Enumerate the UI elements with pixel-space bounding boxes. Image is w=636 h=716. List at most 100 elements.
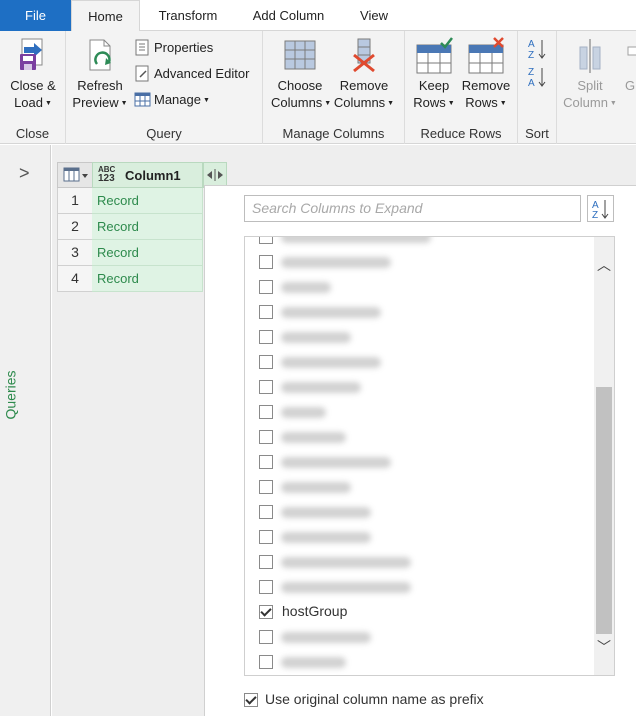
table-icon xyxy=(63,167,88,182)
tab-add-column[interactable]: Add Column xyxy=(240,0,337,31)
column-checklist-item[interactable] xyxy=(245,275,593,300)
sort-ascending-button[interactable]: AZ xyxy=(527,37,550,63)
column-checklist[interactable]: hostGroup ︿ ﹀ xyxy=(244,236,615,676)
column-checklist-item[interactable] xyxy=(245,500,593,525)
column-checklist-item[interactable] xyxy=(245,475,593,500)
reduce-rows-group: Keep Rows ▼ Remove Rows ▼ Reduce Rows xyxy=(405,31,518,144)
use-prefix-checkbox[interactable] xyxy=(244,693,258,707)
column-checkbox[interactable] xyxy=(259,530,273,544)
column-checkbox[interactable] xyxy=(259,237,273,244)
keep-rows-button[interactable]: Keep Rows ▼ xyxy=(410,37,458,112)
column-checklist-item[interactable] xyxy=(245,350,593,375)
chevron-down-icon: ▼ xyxy=(609,100,617,107)
column-checklist-item[interactable] xyxy=(245,250,593,275)
column-checklist-item[interactable] xyxy=(245,375,593,400)
split-column-label-2: Column xyxy=(563,95,608,110)
search-columns-input[interactable]: Search Columns to Expand xyxy=(244,195,581,222)
sort-ascending-icon: AZ xyxy=(528,39,546,61)
column-checklist-item[interactable] xyxy=(245,525,593,550)
close-load-button[interactable]: Close & Load ▼ xyxy=(6,37,60,112)
tab-home[interactable]: Home xyxy=(71,0,140,32)
sort-group-label: Sort xyxy=(525,126,549,141)
scrollbar[interactable]: ︿ ﹀ xyxy=(594,237,614,675)
redacted-column-label xyxy=(281,237,431,243)
column-checkbox[interactable] xyxy=(259,280,273,294)
chevron-down-icon: ▼ xyxy=(387,100,395,107)
scroll-up-icon[interactable]: ︿ xyxy=(596,255,612,275)
chevron-down-icon: ▼ xyxy=(44,100,52,107)
column-checklist-item[interactable] xyxy=(245,625,593,650)
record-link[interactable]: Record xyxy=(92,240,203,266)
choose-columns-label-2: Columns xyxy=(271,95,323,110)
column-checklist-item[interactable] xyxy=(245,325,593,350)
remove-columns-button[interactable]: Remove Columns ▼ xyxy=(333,37,395,112)
refresh-label-2: Preview xyxy=(72,95,119,110)
manage-button[interactable]: Manage ▼ xyxy=(134,89,210,111)
scroll-down-icon[interactable]: ﹀ xyxy=(596,637,612,657)
chevron-right-icon[interactable]: > xyxy=(19,163,30,184)
column-checklist-item[interactable] xyxy=(245,300,593,325)
record-link[interactable]: Record xyxy=(92,266,203,292)
remove-rows-button[interactable]: Remove Rows ▼ xyxy=(461,37,511,112)
column-checklist-item[interactable]: hostGroup xyxy=(245,600,593,625)
column-checkbox[interactable] xyxy=(259,630,273,644)
choose-columns-button[interactable]: Choose Columns ▼ xyxy=(271,37,331,112)
record-link[interactable]: Record xyxy=(92,214,203,240)
close-group: Close & Load ▼ Close xyxy=(0,31,66,144)
split-column-button[interactable]: Split Column ▼ xyxy=(561,37,619,112)
column-checkbox[interactable] xyxy=(259,255,273,269)
advanced-editor-button[interactable]: Advanced Editor xyxy=(134,63,249,85)
chevron-down-icon: ▼ xyxy=(202,97,210,104)
column-checklist-item[interactable] xyxy=(245,450,593,475)
column-checkbox[interactable] xyxy=(259,405,273,419)
redacted-column-label xyxy=(281,332,351,343)
column-checklist-item[interactable] xyxy=(245,550,593,575)
any-type-icon[interactable]: ABC 123 xyxy=(98,165,115,184)
column-checklist-item[interactable] xyxy=(245,400,593,425)
tab-view[interactable]: View xyxy=(350,0,398,31)
refresh-preview-button[interactable]: Refresh Preview ▼ xyxy=(71,37,129,112)
record-link[interactable]: Record xyxy=(92,188,203,214)
sort-columns-button[interactable]: AZ xyxy=(587,195,614,222)
properties-label: Properties xyxy=(154,40,214,55)
redacted-column-label xyxy=(281,482,351,493)
group-by-button-partial[interactable]: G xyxy=(624,37,636,94)
column-checkbox[interactable] xyxy=(259,555,273,569)
column-checkbox[interactable] xyxy=(259,580,273,594)
sort-descending-button[interactable]: ZA xyxy=(527,65,550,91)
tab-transform[interactable]: Transform xyxy=(146,0,230,31)
column-checkbox[interactable] xyxy=(259,455,273,469)
table-menu-button[interactable] xyxy=(57,162,93,188)
queries-pane-toggle[interactable]: Queries xyxy=(3,361,44,431)
column-checkbox[interactable] xyxy=(259,330,273,344)
tab-file[interactable]: File xyxy=(0,0,71,31)
column-checkbox[interactable] xyxy=(259,480,273,494)
column-checkbox[interactable] xyxy=(259,355,273,369)
remove-columns-label-1: Remove xyxy=(339,78,389,93)
chevron-down-icon: ▼ xyxy=(447,100,455,107)
sort-descending-icon: ZA xyxy=(528,67,546,89)
column-checklist-item[interactable] xyxy=(245,575,593,600)
reduce-rows-group-label: Reduce Rows xyxy=(420,126,502,141)
column-checkbox[interactable] xyxy=(259,505,273,519)
column-checklist-item[interactable] xyxy=(245,650,593,675)
column-checkbox[interactable] xyxy=(259,305,273,319)
ribbon-tab-bar: File Home Transform Add Column View xyxy=(0,0,636,32)
column-checkbox[interactable] xyxy=(259,655,273,669)
sort-group: AZ ZA Sort xyxy=(518,31,557,144)
svg-text:Z: Z xyxy=(592,210,598,221)
column-checkbox[interactable] xyxy=(259,605,273,619)
expand-columns-popup: Search Columns to Expand AZ hostGroup ︿ … xyxy=(204,185,636,716)
redacted-column-label xyxy=(281,582,411,593)
chevron-down-icon: ▼ xyxy=(499,100,507,107)
scrollbar-thumb[interactable] xyxy=(596,387,612,634)
column-checklist-item[interactable] xyxy=(245,237,593,250)
remove-rows-icon xyxy=(468,37,504,74)
column-checkbox[interactable] xyxy=(259,380,273,394)
transform-group-partial: Split Column ▼ xyxy=(557,31,623,144)
column-checkbox[interactable] xyxy=(259,430,273,444)
column-checklist-item[interactable] xyxy=(245,425,593,450)
properties-button[interactable]: Properties xyxy=(134,37,213,59)
column1-header[interactable]: ABC 123 Column1 xyxy=(92,162,203,188)
redacted-column-label xyxy=(281,432,346,443)
